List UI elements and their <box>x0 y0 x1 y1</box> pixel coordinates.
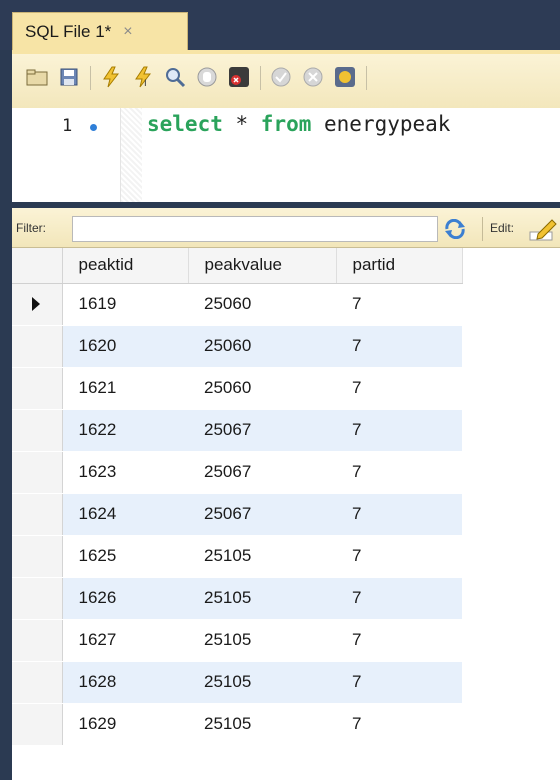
cell-partid[interactable]: 7 <box>336 367 462 410</box>
cell-peaktid[interactable]: 1625 <box>62 535 188 578</box>
editor-toolbar: I <box>12 50 560 108</box>
cell-peaktid[interactable]: 1629 <box>62 703 188 746</box>
cell-peaktid[interactable]: 1620 <box>62 325 188 368</box>
tab-sql-file-1[interactable]: SQL File 1* × <box>12 12 188 50</box>
commit-icon[interactable] <box>270 66 292 88</box>
execute-current-icon[interactable]: I <box>132 66 154 88</box>
cell-peakvalue[interactable]: 25105 <box>188 577 336 620</box>
table-row[interactable]: 1622 25067 7 <box>12 409 462 452</box>
column-header-partid[interactable]: partid <box>336 248 463 284</box>
tab-title: SQL File 1* <box>25 21 112 41</box>
row-header[interactable] <box>12 619 63 662</box>
open-folder-icon[interactable] <box>26 66 48 88</box>
result-grid-panel: Filter: Edit: peaktid peakvalue partid 1… <box>12 208 560 780</box>
row-header[interactable] <box>12 325 63 368</box>
table-row[interactable]: 1620 25060 7 <box>12 325 462 368</box>
row-header[interactable] <box>12 535 63 578</box>
cell-peaktid[interactable]: 1623 <box>62 451 188 494</box>
line-number: 1 <box>62 116 73 136</box>
cell-peaktid[interactable]: 1621 <box>62 367 188 410</box>
save-icon[interactable] <box>58 66 80 88</box>
close-tab-icon[interactable]: × <box>123 23 132 41</box>
rollback-icon[interactable] <box>302 66 324 88</box>
svg-text:I: I <box>144 79 147 88</box>
cell-partid[interactable]: 7 <box>336 661 462 704</box>
keyword-select: select <box>147 112 223 136</box>
cell-partid[interactable]: 7 <box>336 493 462 536</box>
edit-pencil-icon[interactable] <box>528 216 558 242</box>
cell-peakvalue[interactable]: 25105 <box>188 703 336 746</box>
cell-peaktid[interactable]: 1624 <box>62 493 188 536</box>
toggle-error-icon[interactable] <box>228 66 250 88</box>
editor-tabstrip: SQL File 1* × <box>0 0 560 50</box>
edit-label: Edit: <box>490 221 515 235</box>
cell-peaktid[interactable]: 1627 <box>62 619 188 662</box>
cell-partid[interactable]: 7 <box>336 283 462 326</box>
table-row[interactable]: 1625 25105 7 <box>12 535 462 578</box>
table-row[interactable]: 1621 25060 7 <box>12 367 462 410</box>
stop-icon[interactable] <box>196 66 218 88</box>
explain-icon[interactable] <box>164 66 186 88</box>
row-header[interactable] <box>12 283 63 326</box>
filter-input[interactable] <box>72 216 438 242</box>
column-header-peakvalue[interactable]: peakvalue <box>188 248 337 284</box>
cell-peakvalue[interactable]: 25105 <box>188 535 336 578</box>
column-header-peaktid[interactable]: peaktid <box>62 248 189 284</box>
cell-peakvalue[interactable]: 25067 <box>188 409 336 452</box>
cell-partid[interactable]: 7 <box>336 325 462 368</box>
filter-label: Filter: <box>16 221 46 235</box>
result-filter-bar: Filter: Edit: <box>12 208 560 248</box>
cell-peaktid[interactable]: 1619 <box>62 283 188 326</box>
table-row[interactable]: 1627 25105 7 <box>12 619 462 662</box>
cell-peakvalue[interactable]: 25105 <box>188 619 336 662</box>
cell-peaktid[interactable]: 1626 <box>62 577 188 620</box>
cell-partid[interactable]: 7 <box>336 535 462 578</box>
cell-partid[interactable]: 7 <box>336 619 462 662</box>
cell-peaktid[interactable]: 1622 <box>62 409 188 452</box>
cell-peakvalue[interactable]: 25067 <box>188 493 336 536</box>
table-row[interactable]: 1624 25067 7 <box>12 493 462 536</box>
execute-icon[interactable] <box>100 66 122 88</box>
cell-partid[interactable]: 7 <box>336 703 462 746</box>
cell-peaktid[interactable]: 1628 <box>62 661 188 704</box>
code-table-name: energypeak <box>311 112 451 136</box>
table-row[interactable]: 1619 25060 7 <box>12 283 462 326</box>
row-header[interactable] <box>12 493 63 536</box>
cell-peakvalue[interactable]: 25105 <box>188 661 336 704</box>
cell-peakvalue[interactable]: 25060 <box>188 325 336 368</box>
row-header[interactable] <box>12 367 63 410</box>
cell-peakvalue[interactable]: 25060 <box>188 283 336 326</box>
autocommit-icon[interactable] <box>334 66 356 88</box>
cell-partid[interactable]: 7 <box>336 577 462 620</box>
sql-code-line[interactable]: select * from energypeak <box>147 112 450 136</box>
keyword-from: from <box>260 112 312 136</box>
table-row[interactable]: 1629 25105 7 <box>12 703 462 746</box>
cell-peakvalue[interactable]: 25067 <box>188 451 336 494</box>
row-header[interactable] <box>12 409 63 452</box>
row-header[interactable] <box>12 661 63 704</box>
cell-peakvalue[interactable]: 25060 <box>188 367 336 410</box>
table-row[interactable]: 1628 25105 7 <box>12 661 462 704</box>
table-row[interactable]: 1626 25105 7 <box>12 577 462 620</box>
cell-partid[interactable]: 7 <box>336 409 462 452</box>
refresh-icon[interactable] <box>442 218 468 240</box>
table-row[interactable]: 1623 25067 7 <box>12 451 462 494</box>
row-header[interactable] <box>12 451 63 494</box>
current-row-arrow-icon <box>32 297 40 311</box>
sql-editor-panel: I 1 select * from energypeak <box>12 50 560 202</box>
cell-partid[interactable]: 7 <box>336 451 462 494</box>
code-text: * <box>222 112 261 136</box>
statement-marker-icon <box>90 124 97 131</box>
row-header-corner <box>12 248 63 284</box>
result-grid: peaktid peakvalue partid 1619 25060 7 1620 2… <box>12 248 463 746</box>
grid-header-row: peaktid peakvalue partid <box>12 248 463 284</box>
row-header[interactable] <box>12 577 63 620</box>
row-header[interactable] <box>12 703 63 746</box>
code-fold-margin <box>120 108 142 202</box>
